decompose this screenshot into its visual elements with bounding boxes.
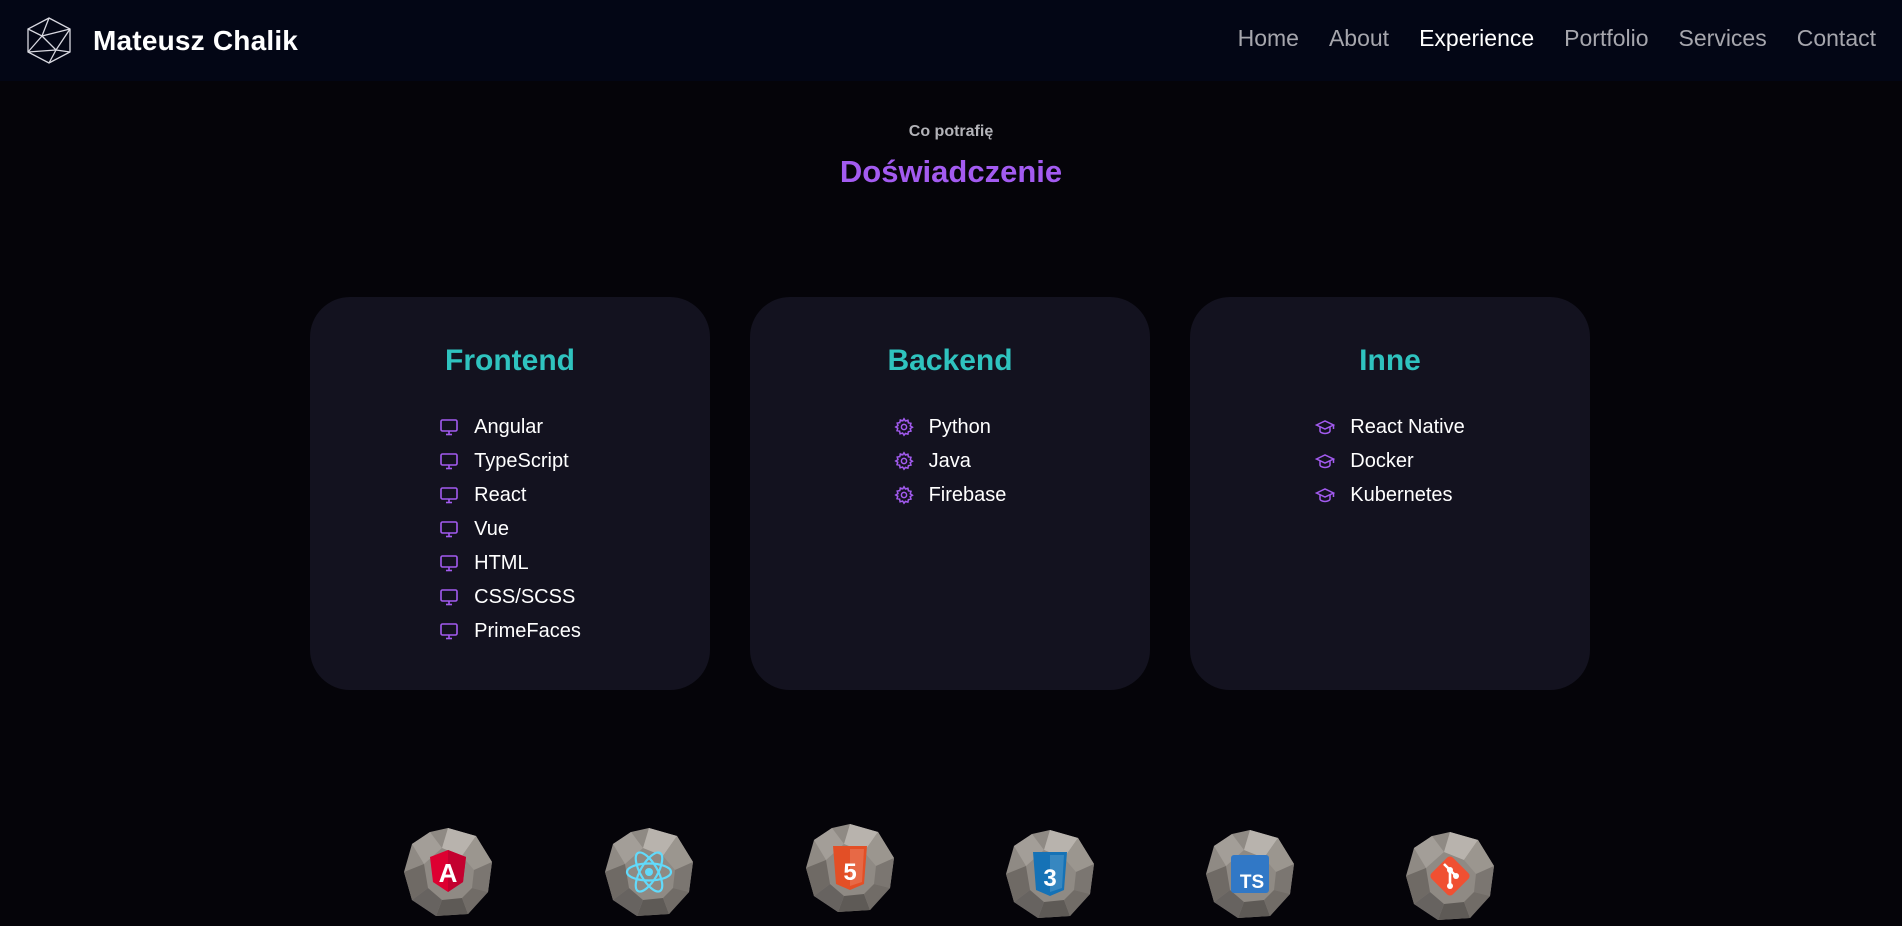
card-title: Backend — [887, 344, 1013, 377]
monitor-icon — [439, 417, 459, 437]
monitor-icon — [439, 553, 459, 573]
nav-link-services[interactable]: Services — [1679, 24, 1767, 52]
skill-item: HTML — [439, 546, 581, 580]
skill-list: React Native Docker Kubernetes — [1315, 410, 1465, 512]
gear-icon — [893, 451, 914, 471]
graduation-cap-icon — [1315, 451, 1336, 471]
skill-label: Docker — [1350, 449, 1414, 472]
monitor-icon — [439, 587, 459, 607]
card-title: Frontend — [445, 344, 575, 377]
skill-label: TypeScript — [474, 449, 569, 472]
skill-item: Firebase — [893, 478, 1007, 512]
skill-label: CSS/SCSS — [474, 585, 576, 608]
monitor-icon — [439, 519, 459, 539]
nav-link-home[interactable]: Home — [1238, 24, 1299, 52]
skill-label: HTML — [474, 551, 529, 574]
skill-item: Java — [893, 444, 1007, 478]
card-inne: Inne React Native Docker Kubernetes — [1190, 297, 1590, 690]
skill-item: Python — [893, 410, 1007, 444]
nav-link-contact[interactable]: Contact — [1797, 24, 1876, 52]
html5-icon: 5 — [804, 822, 896, 914]
card-title: Inne — [1359, 344, 1421, 377]
skill-label: React — [474, 483, 527, 506]
skill-label: React Native — [1350, 415, 1465, 438]
monitor-icon — [439, 621, 459, 641]
skill-item: React Native — [1315, 410, 1465, 444]
gear-icon — [893, 485, 914, 505]
navbar: Mateusz Chalik Home About Experience Por… — [0, 0, 1902, 81]
skill-label: Python — [928, 415, 991, 438]
nav-link-experience[interactable]: Experience — [1419, 24, 1534, 52]
react-icon — [603, 826, 695, 918]
angular-icon: A — [402, 826, 494, 918]
gear-icon — [893, 417, 914, 437]
brand[interactable]: Mateusz Chalik — [24, 16, 298, 65]
polyhedron-icon — [27, 17, 71, 64]
brand-name: Mateusz Chalik — [93, 24, 299, 56]
skill-label: Kubernetes — [1350, 483, 1453, 506]
skill-list: Angular TypeScript React Vue HTML CSS/SCSS Pri… — [439, 410, 581, 648]
nav-link-portfolio[interactable]: Portfolio — [1564, 24, 1648, 52]
monitor-icon — [439, 485, 459, 505]
skill-item: React — [439, 478, 581, 512]
skill-list: Python Java Firebase — [893, 410, 1007, 512]
typescript-icon: TS — [1204, 828, 1296, 920]
card-frontend: Frontend Angular TypeScript React Vue HTML CS… — [310, 297, 710, 690]
section-eyebrow: Co potrafię — [908, 123, 994, 140]
card-backend: Backend Python Java Firebase — [750, 297, 1150, 690]
skill-label: Angular — [474, 415, 544, 438]
skill-label: Java — [928, 449, 971, 472]
skill-item: PrimeFaces — [439, 614, 581, 648]
skill-item: CSS/SCSS — [439, 580, 581, 614]
skill-item: Vue — [439, 512, 581, 546]
nav-links: Home About Experience Portfolio Services… — [1208, 24, 1876, 52]
svg-text:3: 3 — [1043, 865, 1056, 892]
skill-label: Firebase — [928, 483, 1007, 506]
svg-text:5: 5 — [843, 859, 856, 886]
svg-text:TS: TS — [1240, 872, 1264, 893]
graduation-cap-icon — [1315, 485, 1336, 505]
git-icon — [1404, 830, 1496, 922]
skill-item: Angular — [439, 410, 581, 444]
css3-icon: 3 — [1004, 828, 1096, 920]
skill-label: PrimeFaces — [474, 619, 581, 642]
tech-icons-row: A 5 3 TS — [0, 822, 1902, 926]
monitor-icon — [439, 451, 459, 471]
nav-link-about[interactable]: About — [1329, 24, 1389, 52]
skill-label: Vue — [474, 517, 509, 540]
section-title: Doświadczenie — [839, 154, 1063, 189]
svg-text:A: A — [439, 858, 458, 888]
skill-item: TypeScript — [439, 444, 581, 478]
skill-item: Kubernetes — [1315, 478, 1465, 512]
skill-item: Docker — [1315, 444, 1465, 478]
graduation-cap-icon — [1315, 417, 1336, 437]
